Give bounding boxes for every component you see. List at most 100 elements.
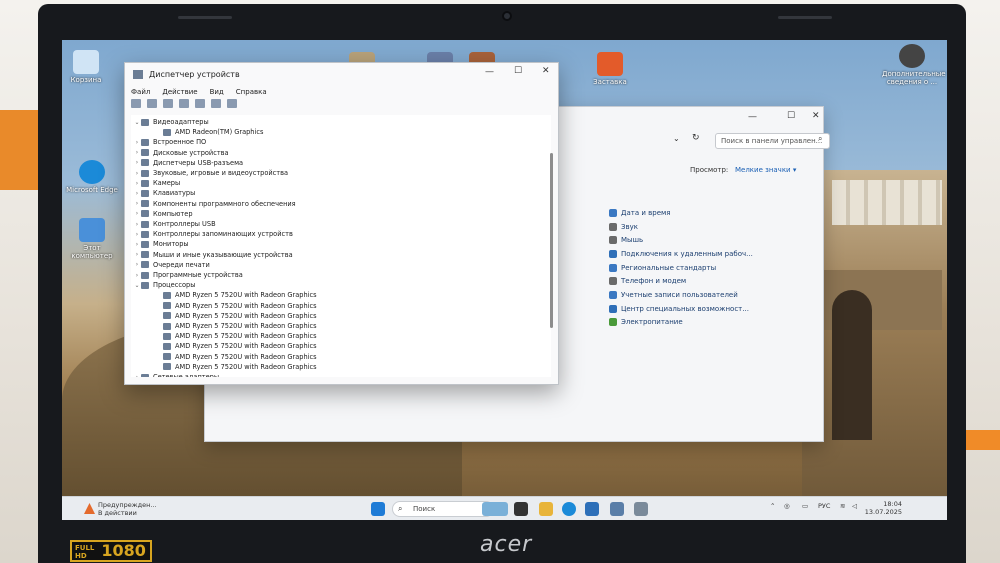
device-category[interactable]: ⌄ Видеоадаптеры xyxy=(133,117,208,127)
store-icon[interactable] xyxy=(585,502,599,516)
clock[interactable]: 18:04 13.07.2025 xyxy=(862,500,902,516)
tray-chevron-icon[interactable]: ⌃ xyxy=(770,502,775,510)
chevron-down-icon[interactable]: ⌄ xyxy=(133,282,141,289)
cp-item-mouse[interactable]: Мышь xyxy=(609,233,753,247)
desktop-icon-recycle-bin[interactable]: Корзина xyxy=(62,50,116,84)
cp-item-power[interactable]: Электропитание xyxy=(609,316,753,330)
dropdown-chevron-icon[interactable]: ⌄ xyxy=(673,134,680,143)
device-item[interactable]: AMD Ryzen 5 7520U with Radeon Graphics xyxy=(155,290,317,300)
cp-item-date-time[interactable]: Дата и время xyxy=(609,206,753,220)
desktop-icon-edge[interactable]: Microsoft Edge xyxy=(62,160,122,194)
task-view-icon[interactable] xyxy=(514,502,528,516)
taskbar-search[interactable]: Поиск xyxy=(392,501,494,517)
cp-item-remote-desktop[interactable]: Подключения к удаленным рабоч... xyxy=(609,247,753,261)
device-category[interactable]: › Контроллеры запоминающих устройств xyxy=(133,229,293,239)
device-category[interactable]: › Контроллеры USB xyxy=(133,219,216,229)
device-item[interactable]: AMD Ryzen 5 7520U with Radeon Graphics xyxy=(155,341,317,351)
device-category[interactable]: › Дисковые устройства xyxy=(133,148,229,158)
chevron-right-icon[interactable]: › xyxy=(133,261,141,268)
device-category[interactable]: › Диспетчеры USB-разъема xyxy=(133,158,243,168)
chevron-right-icon[interactable]: › xyxy=(133,251,141,258)
maximize-button[interactable]: ☐ xyxy=(787,111,795,121)
view-label: Просмотр: xyxy=(690,166,729,174)
device-item[interactable]: AMD Ryzen 5 7520U with Radeon Graphics xyxy=(155,301,317,311)
forward-icon[interactable] xyxy=(147,99,157,108)
minimize-button[interactable]: — xyxy=(748,112,757,122)
control-panel-search-input[interactable]: Поиск в панели управлен... xyxy=(715,133,830,149)
chevron-right-icon[interactable]: › xyxy=(133,272,141,279)
close-button[interactable]: ✕ xyxy=(542,66,550,76)
wifi-icon[interactable]: ≋ xyxy=(840,502,845,510)
menu-file[interactable]: Файл xyxy=(131,88,150,96)
device-category[interactable]: › Сетевые адаптеры xyxy=(133,372,219,377)
device-category[interactable]: › Компоненты программного обеспечения xyxy=(133,199,296,209)
device-item[interactable]: AMD Radeon(TM) Graphics xyxy=(155,127,263,137)
notification[interactable]: Предупрежден... В действии xyxy=(98,501,157,517)
device-manager-icon[interactable] xyxy=(634,502,648,516)
edge-icon[interactable] xyxy=(562,502,576,516)
device-item[interactable]: AMD Ryzen 5 7520U with Radeon Graphics xyxy=(155,331,317,341)
menu-action[interactable]: Действие xyxy=(162,88,197,96)
refresh-icon[interactable]: ↻ xyxy=(692,133,700,143)
monitor-icon[interactable] xyxy=(227,99,237,108)
file-explorer-icon[interactable] xyxy=(539,502,553,516)
chevron-right-icon[interactable]: › xyxy=(133,159,141,166)
chevron-right-icon[interactable]: › xyxy=(133,170,141,177)
cp-item-phone-modem[interactable]: Телефон и модем xyxy=(609,274,753,288)
cp-item-region[interactable]: Региональные стандарты xyxy=(609,261,753,275)
network-tray-icon[interactable]: ◎ xyxy=(784,502,790,510)
update-driver-icon[interactable] xyxy=(195,99,205,108)
search-icon[interactable]: ⌕ xyxy=(818,134,822,144)
volume-icon[interactable]: ◁ xyxy=(852,502,857,510)
close-button[interactable]: ✕ xyxy=(812,111,820,121)
device-category[interactable]: › Компьютер xyxy=(133,209,193,219)
device-category[interactable]: ⌄ Процессоры xyxy=(133,280,195,290)
scan-hardware-icon[interactable] xyxy=(211,99,221,108)
menu-help[interactable]: Справка xyxy=(236,88,267,96)
device-category[interactable]: › Программные устройства xyxy=(133,270,243,280)
weather-widget-icon[interactable] xyxy=(482,502,508,516)
device-category[interactable]: › Звуковые, игровые и видеоустройства xyxy=(133,168,288,178)
maximize-button[interactable]: ☐ xyxy=(514,66,522,76)
back-icon[interactable] xyxy=(131,99,141,108)
properties-icon[interactable] xyxy=(163,99,173,108)
chevron-down-icon[interactable]: ⌄ xyxy=(133,119,141,126)
desktop-icon-more-info[interactable]: Дополнительные сведения о ... xyxy=(882,44,946,86)
cp-item-ease-of-access[interactable]: Центр специальных возможност... xyxy=(609,302,753,316)
windows-start-icon[interactable] xyxy=(371,502,385,516)
device-category[interactable]: › Встроенное ПО xyxy=(133,137,206,147)
chevron-right-icon[interactable]: › xyxy=(133,139,141,146)
view-dropdown[interactable]: Мелкие значки ▾ xyxy=(735,166,796,174)
chevron-right-icon[interactable]: › xyxy=(133,241,141,248)
desktop-icon-this-pc[interactable]: Этот компьютер xyxy=(62,218,122,260)
cp-item-sound[interactable]: Звук xyxy=(609,220,753,234)
chevron-right-icon[interactable]: › xyxy=(133,190,141,197)
chevron-right-icon[interactable]: › xyxy=(133,221,141,228)
control-panel-icon[interactable] xyxy=(610,502,624,516)
minimize-button[interactable]: — xyxy=(485,67,494,77)
chevron-right-icon[interactable]: › xyxy=(133,180,141,187)
device-category[interactable]: › Мыши и иные указывающие устройства xyxy=(133,250,293,260)
chevron-right-icon[interactable]: › xyxy=(133,231,141,238)
device-item[interactable]: AMD Ryzen 5 7520U with Radeon Graphics xyxy=(155,362,317,372)
chevron-right-icon[interactable]: › xyxy=(133,200,141,207)
device-item[interactable]: AMD Ryzen 5 7520U with Radeon Graphics xyxy=(155,321,317,331)
desktop-icon-screensaver[interactable]: Заставка xyxy=(580,52,640,86)
badge-hd: HD xyxy=(75,552,87,560)
device-category[interactable]: › Клавиатуры xyxy=(133,188,196,198)
device-category[interactable]: › Мониторы xyxy=(133,239,189,249)
chevron-right-icon[interactable]: › xyxy=(133,374,141,378)
cp-item-user-accounts[interactable]: Учетные записи пользователей xyxy=(609,288,753,302)
device-item[interactable]: AMD Ryzen 5 7520U with Radeon Graphics xyxy=(155,352,317,362)
device-category[interactable]: › Очереди печати xyxy=(133,260,210,270)
language-indicator[interactable]: РУС xyxy=(818,502,830,510)
device-category[interactable]: › Камеры xyxy=(133,178,180,188)
device-item[interactable]: AMD Ryzen 5 7520U with Radeon Graphics xyxy=(155,311,317,321)
scrollbar[interactable] xyxy=(550,153,553,328)
device-label: Мониторы xyxy=(153,240,189,249)
chevron-right-icon[interactable]: › xyxy=(133,149,141,156)
help-icon[interactable] xyxy=(179,99,189,108)
battery-tray-icon[interactable]: ▭ xyxy=(802,502,808,510)
chevron-right-icon[interactable]: › xyxy=(133,210,141,217)
menu-view[interactable]: Вид xyxy=(210,88,224,96)
